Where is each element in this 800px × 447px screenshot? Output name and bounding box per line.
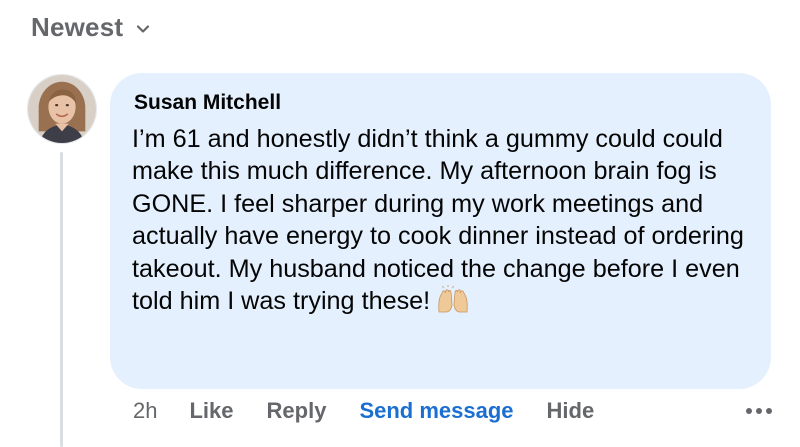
send-message-button[interactable]: Send message [359,398,513,424]
more-dot [756,408,762,414]
more-options-icon[interactable] [746,408,772,414]
raising-hands-emoji-icon [438,285,468,313]
comment-timestamp[interactable]: 2h [133,398,157,424]
sort-label: Newest [31,12,124,42]
more-dot [746,408,752,414]
reply-button[interactable]: Reply [267,398,327,424]
more-dot [766,408,772,414]
profile-photo [28,75,96,143]
like-button[interactable]: Like [189,398,233,424]
avatar[interactable] [27,74,97,144]
sort-dropdown[interactable]: Newest [31,12,151,43]
comment-author[interactable]: Susan Mitchell [134,89,749,117]
chevron-down-icon [137,24,150,33]
comment-bubble: Susan Mitchell I’m 61 and honestly didn’… [110,73,771,389]
comment-section: Newest Susan Mitchell I’m 61 and honestl… [0,0,800,447]
thread-line [60,152,63,447]
comment-actions: 2h Like Reply Send message Hide [133,398,627,424]
hide-button[interactable]: Hide [547,398,595,424]
comment-body: I’m 61 and honestly didn’t think a gummy… [132,123,762,317]
